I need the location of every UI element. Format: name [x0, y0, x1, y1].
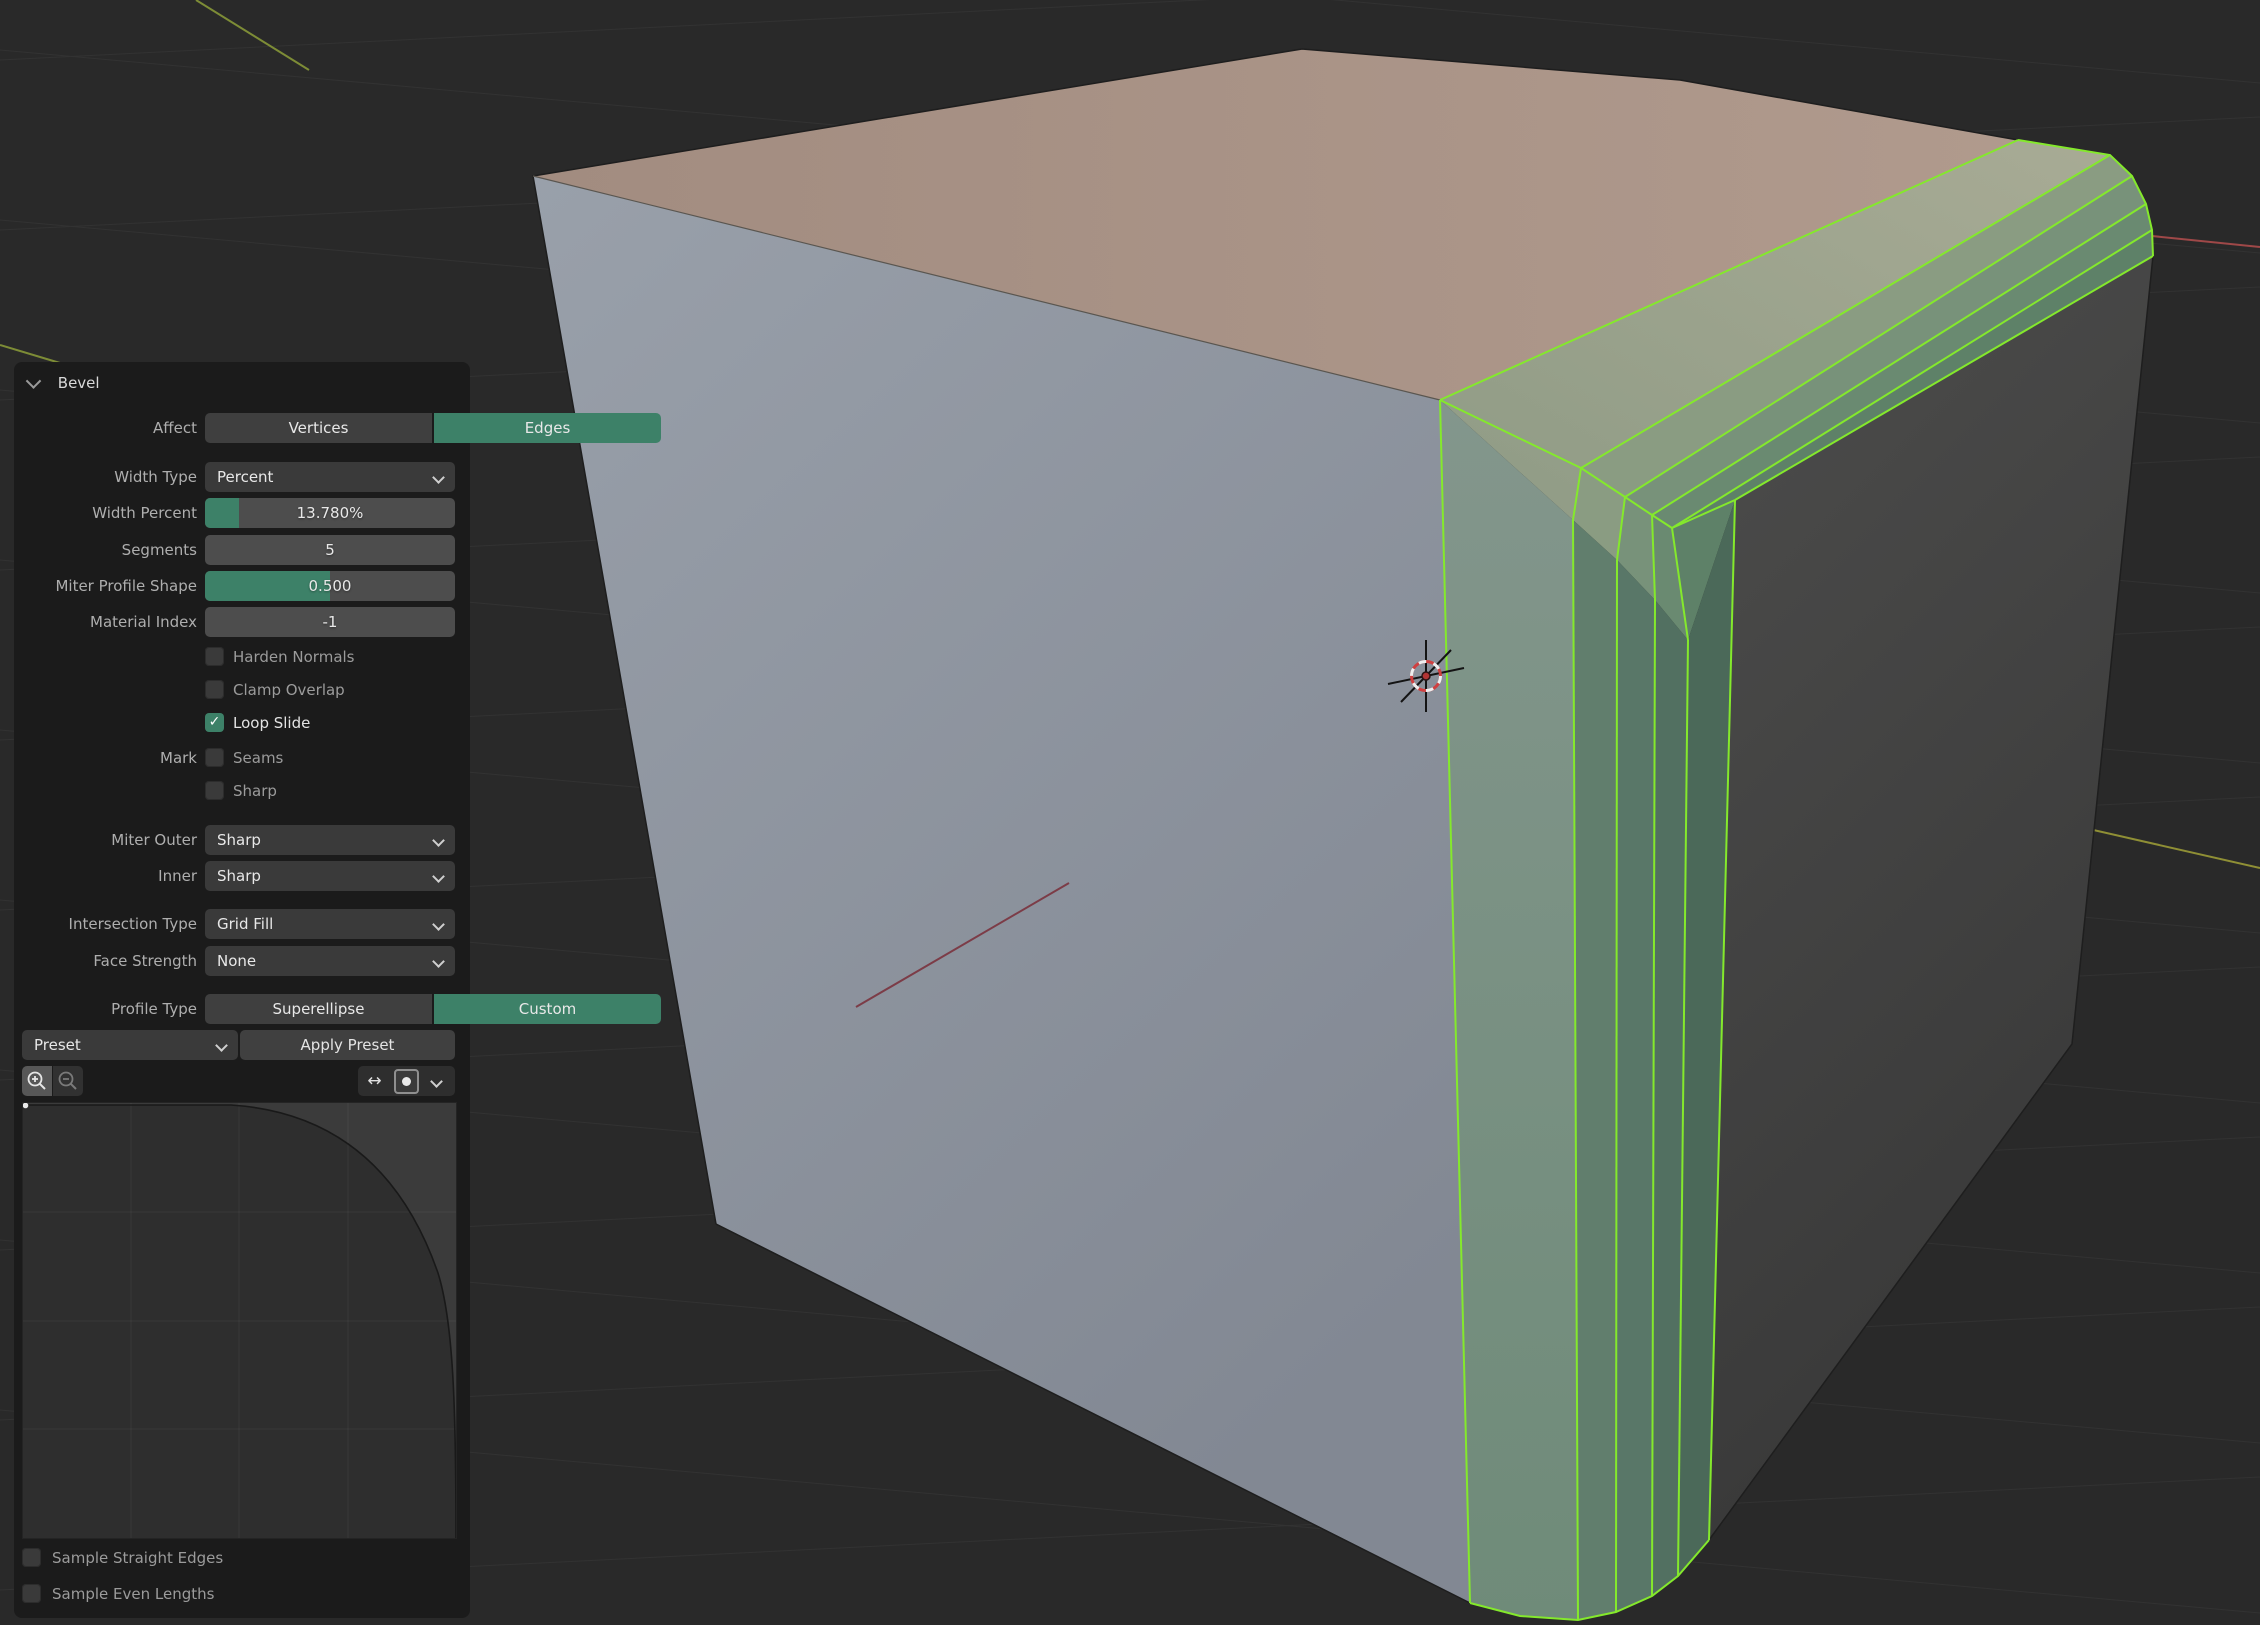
bevel-operator-panel: Bevel Affect Vertices Edges Width Type P… [14, 362, 470, 1618]
loop-slide-label: Loop Slide [233, 712, 310, 734]
face-strength-label: Face Strength [14, 946, 197, 976]
width-type-label: Width Type [14, 462, 197, 492]
loop-slide-checkbox[interactable]: ✓ [205, 713, 224, 732]
width-percent-slider[interactable]: 13.780% [205, 498, 455, 528]
sharp-row: Sharp [14, 780, 470, 802]
sample-straight-edges-label: Sample Straight Edges [52, 1547, 223, 1569]
face-strength-dropdown[interactable]: None [205, 946, 455, 976]
sample-straight-edges-row: Sample Straight Edges [14, 1547, 470, 1569]
blender-window: Bevel Affect Vertices Edges Width Type P… [0, 0, 2260, 1625]
miter-inner-value: Sharp [217, 867, 261, 885]
zoom-in-button[interactable] [22, 1066, 52, 1096]
preset-row: Preset Apply Preset [14, 1030, 470, 1060]
miter-outer-value: Sharp [217, 831, 261, 849]
segments-value: 5 [325, 541, 335, 559]
sample-even-lengths-checkbox[interactable] [22, 1584, 41, 1603]
miter-profile-shape-row: Miter Profile Shape 0.500 [14, 571, 470, 601]
affect-edges-button[interactable]: Edges [434, 413, 661, 443]
material-index-label: Material Index [14, 607, 197, 637]
sample-even-lengths-label: Sample Even Lengths [52, 1583, 214, 1605]
zoom-out-icon [57, 1070, 79, 1092]
material-index-row: Material Index -1 [14, 607, 470, 637]
collapse-chevron-icon [26, 373, 42, 389]
intersection-type-label: Intersection Type [14, 909, 197, 939]
miter-outer-label: Miter Outer [14, 825, 197, 855]
chevron-down-icon [430, 1075, 443, 1088]
point-dot-icon [402, 1077, 411, 1086]
seams-checkbox[interactable] [205, 748, 224, 767]
miter-outer-dropdown[interactable]: Sharp [205, 825, 455, 855]
profile-type-custom-button[interactable]: Custom [434, 994, 661, 1024]
profile-options-dropdown[interactable] [422, 1066, 452, 1096]
chevron-down-icon [432, 834, 445, 847]
check-icon: ✓ [205, 713, 224, 732]
harden-normals-row: Harden Normals [14, 646, 470, 668]
width-type-row: Width Type Percent [14, 462, 470, 492]
intersection-type-value: Grid Fill [217, 915, 273, 933]
sample-straight-edges-checkbox[interactable] [22, 1548, 41, 1567]
harden-normals-checkbox[interactable] [205, 647, 224, 666]
profile-type-superellipse-button[interactable]: Superellipse [205, 994, 432, 1024]
preset-value: Preset [34, 1036, 81, 1054]
clamp-overlap-row: Clamp Overlap [14, 679, 470, 701]
miter-inner-row: Inner Sharp [14, 861, 470, 891]
material-index-value: -1 [323, 613, 338, 631]
intersection-type-row: Intersection Type Grid Fill [14, 909, 470, 939]
loop-slide-row: ✓ Loop Slide [14, 712, 470, 734]
segments-field[interactable]: 5 [205, 535, 455, 565]
chevron-down-icon [432, 870, 445, 883]
sharp-label: Sharp [233, 780, 277, 802]
arrows-horizontal-icon: ↔ [367, 1071, 381, 1091]
profile-toolbar: ↔ [14, 1066, 470, 1096]
sample-even-lengths-row: Sample Even Lengths [14, 1583, 470, 1605]
apply-preset-button[interactable]: Apply Preset [240, 1030, 455, 1060]
affect-vertices-button[interactable]: Vertices [205, 413, 432, 443]
affect-row: Affect Vertices Edges [14, 413, 470, 443]
width-percent-label: Width Percent [14, 498, 197, 528]
extend-horizontal-button[interactable]: ↔ [358, 1066, 391, 1096]
chevron-down-icon [432, 918, 445, 931]
profile-curve-widget[interactable] [22, 1102, 457, 1539]
mark-label: Mark [14, 747, 197, 769]
clamp-overlap-label: Clamp Overlap [233, 679, 345, 701]
profile-curve-canvas [23, 1103, 456, 1538]
chevron-down-icon [432, 471, 445, 484]
chevron-down-icon [215, 1039, 228, 1052]
segments-row: Segments 5 [14, 535, 470, 565]
width-type-dropdown[interactable]: Percent [205, 462, 455, 492]
mark-seams-row: Mark Seams [14, 747, 470, 769]
panel-header[interactable]: Bevel [28, 370, 100, 396]
slider-fill [205, 498, 239, 528]
profile-type-label: Profile Type [14, 994, 197, 1024]
width-percent-row: Width Percent 13.780% [14, 498, 470, 528]
zoom-in-icon [26, 1070, 48, 1092]
miter-outer-row: Miter Outer Sharp [14, 825, 470, 855]
width-percent-value: 13.780% [297, 504, 364, 522]
face-strength-row: Face Strength None [14, 946, 470, 976]
segments-label: Segments [14, 535, 197, 565]
miter-profile-shape-slider[interactable]: 0.500 [205, 571, 455, 601]
intersection-type-dropdown[interactable]: Grid Fill [205, 909, 455, 939]
chevron-down-icon [432, 955, 445, 968]
preset-dropdown[interactable]: Preset [22, 1030, 238, 1060]
profile-type-row: Profile Type Superellipse Custom [14, 994, 470, 1024]
profile-point-toggle-button[interactable] [394, 1069, 419, 1094]
face-strength-value: None [217, 952, 256, 970]
harden-normals-label: Harden Normals [233, 646, 355, 668]
miter-profile-shape-value: 0.500 [309, 577, 352, 595]
miter-inner-dropdown[interactable]: Sharp [205, 861, 455, 891]
clamp-overlap-checkbox[interactable] [205, 680, 224, 699]
material-index-field[interactable]: -1 [205, 607, 455, 637]
zoom-out-button[interactable] [53, 1066, 83, 1096]
seams-label: Seams [233, 747, 283, 769]
miter-profile-shape-label: Miter Profile Shape [14, 571, 197, 601]
affect-label: Affect [14, 413, 197, 443]
sharp-checkbox[interactable] [205, 781, 224, 800]
miter-inner-label: Inner [14, 861, 197, 891]
width-type-value: Percent [217, 468, 273, 486]
panel-title: Bevel [58, 374, 100, 392]
